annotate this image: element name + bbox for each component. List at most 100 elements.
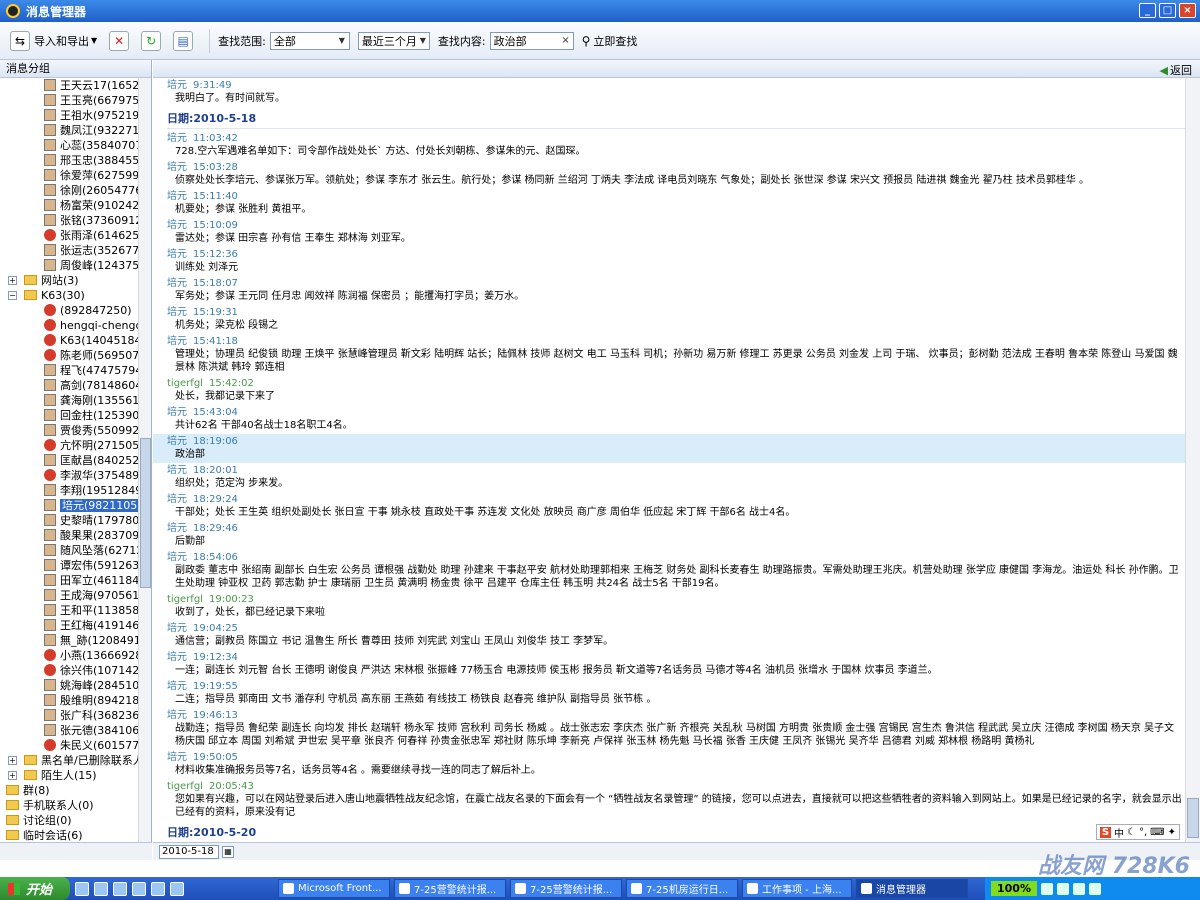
message-time: 19:12:34 [193, 652, 238, 663]
tray-icon[interactable] [1072, 882, 1085, 895]
quicklaunch-icon[interactable] [132, 881, 146, 896]
tree-contact[interactable]: 心蕊(358407072) [0, 138, 151, 153]
tree-group[interactable]: + 网站(3) [0, 273, 151, 288]
tray-icon[interactable] [1056, 882, 1069, 895]
tree-contact[interactable]: 陈老师(569507974) [0, 348, 151, 363]
tree-contact[interactable]: hengqi-chengqibrasil [0, 318, 151, 333]
start-button[interactable]: 开始 [0, 877, 70, 900]
tree-contact[interactable]: 王红梅(419146338) [0, 618, 151, 633]
tree-contact[interactable]: 酸果果(283709889) [0, 528, 151, 543]
tree-contact[interactable]: K63(1404518446) [0, 333, 151, 348]
tree-contact[interactable]: 田军立(461184293) [0, 573, 151, 588]
tree-contact[interactable]: 李翔(19512849) [0, 483, 151, 498]
tree-contact[interactable]: 史黎晴(179780610) [0, 513, 151, 528]
refresh-button[interactable]: ↻ [137, 28, 165, 54]
scrollbar-thumb[interactable] [140, 438, 151, 588]
avatar-icon [44, 544, 56, 556]
tree-contact[interactable]: 张运志(352677625) [0, 243, 151, 258]
tree-contact[interactable]: 王祖水(975219764) [0, 108, 151, 123]
tray-icon[interactable] [1040, 882, 1053, 895]
app-icon [283, 883, 294, 894]
tree-contact[interactable]: 回金柱(1253901505 [0, 408, 151, 423]
tray-icon[interactable] [1088, 882, 1101, 895]
expand-icon[interactable]: + [8, 756, 17, 765]
tree-contact[interactable]: 周俊峰(1243758795 [0, 258, 151, 273]
folder-icon [6, 815, 19, 825]
tree-contact[interactable]: 小燕(136669289) [0, 648, 151, 663]
tree-contact[interactable]: 高剑(781486049) [0, 378, 151, 393]
minimize-button[interactable]: _ [1139, 3, 1156, 18]
tree-contact[interactable]: 龚海刚(13556134) [0, 393, 151, 408]
tree-group[interactable]: 讨论组(0) [0, 813, 151, 828]
tree-contact[interactable]: 徐爱萍(627599765) [0, 168, 151, 183]
tree-contact[interactable]: 無_跡(120849199) [0, 633, 151, 648]
tree-contact[interactable]: 杨富荣(910242289) [0, 198, 151, 213]
tree-contact[interactable]: 谭宏伟(591263315) [0, 558, 151, 573]
tree-contact[interactable]: 朱民义(601577151) [0, 738, 151, 753]
period-select[interactable]: 最近三个月 ▼ [357, 31, 430, 50]
tree-contact[interactable]: 张广科(368236778) [0, 708, 151, 723]
tree-contact[interactable]: 徐兴伟(1071429678 [0, 663, 151, 678]
quicklaunch-icon[interactable] [75, 881, 89, 896]
expand-icon[interactable]: + [8, 771, 17, 780]
tree-contact[interactable]: 张雨泽(614625662) [0, 228, 151, 243]
taskbar-button[interactable]: 7-25营警统计报... [510, 879, 622, 898]
taskbar-button[interactable]: 工作事项 - 上海... [742, 879, 852, 898]
maximize-button[interactable]: □ [1159, 3, 1176, 18]
ime-language[interactable]: 中 [1114, 825, 1124, 840]
tree-contact[interactable]: 培元(982110586) [0, 498, 151, 513]
calendar-icon[interactable]: ▦ [222, 845, 234, 858]
tree-group[interactable]: + 陌生人(15) [0, 768, 151, 783]
tree-contact[interactable]: 王天云17(165254378 [0, 78, 151, 93]
search-now-button[interactable]: ⚲ 立即查找 [578, 28, 642, 54]
tree-contact[interactable]: 匡献昌(840252607) [0, 453, 151, 468]
ime-toolbar[interactable]: S 中 ☾ °, ⌨ ✦ [1095, 824, 1180, 840]
tree-contact[interactable]: 李淑华(375489856) [0, 468, 151, 483]
tree-contact[interactable]: 姚海峰(284510935) [0, 678, 151, 693]
tree-contact[interactable]: 张元德(384106577) [0, 723, 151, 738]
avatar-icon [44, 109, 56, 121]
taskbar-button[interactable]: 消息管理器 [856, 879, 968, 898]
taskbar-button[interactable]: Microsoft Front... [278, 879, 390, 898]
taskbar-button[interactable]: 7-25营警统计报... [394, 879, 506, 898]
quicklaunch-icon[interactable] [170, 881, 184, 896]
collapse-icon[interactable]: − [8, 291, 17, 300]
search-input[interactable]: 政治部 × [489, 31, 574, 50]
close-window-button[interactable]: × [1179, 3, 1196, 18]
import-export-button[interactable]: ⇆ 导入和导出 ▼ [6, 28, 101, 54]
avatar-icon [44, 709, 56, 721]
quicklaunch-icon[interactable] [94, 881, 108, 896]
tree-contact[interactable]: 随风坠落(62712546 [0, 543, 151, 558]
back-button[interactable]: ◀ 返回 [1160, 62, 1192, 78]
tree-contact[interactable]: (892847250) [0, 303, 151, 318]
message-scrollbar[interactable] [1185, 78, 1200, 843]
tree-contact[interactable]: 王成海(970561387) [0, 588, 151, 603]
tree-contact[interactable]: 王和平(1138581145 [0, 603, 151, 618]
tree-contact[interactable]: 王玉亮(6679754) [0, 93, 151, 108]
delete-button[interactable]: ✕ [105, 28, 133, 54]
tree-contact[interactable]: 贾俊秀(550992920) [0, 423, 151, 438]
tree-contact[interactable]: 程飞(474757944) [0, 363, 151, 378]
tree-contact[interactable]: 魏凤江(932271748) [0, 123, 151, 138]
battery-level[interactable]: 100% [991, 881, 1037, 896]
tree-group[interactable]: − K63(30) [0, 288, 151, 303]
tree-contact[interactable]: 张铭(373609120) [0, 213, 151, 228]
tree-contact[interactable]: 殷维明(894218901) [0, 693, 151, 708]
tree-contact[interactable]: 徐刚(260547769) [0, 183, 151, 198]
tree-scrollbar[interactable] [138, 78, 151, 860]
range-select[interactable]: 全部 ▼ [269, 31, 350, 50]
tree-contact[interactable]: 亢怀明(271505886) [0, 438, 151, 453]
expand-icon[interactable]: + [8, 276, 17, 285]
export-doc-button[interactable]: ▤ [169, 28, 197, 54]
tree-group[interactable]: 手机联系人(0) [0, 798, 151, 813]
clear-icon[interactable]: × [559, 33, 573, 49]
taskbar-button[interactable]: 7-25机房运行日... [626, 879, 738, 898]
tree-group[interactable]: +群(8) [0, 783, 151, 798]
date-field[interactable]: 2010-5-18 [159, 844, 219, 859]
tree-group[interactable]: + 黑名单/已删除联系人( [0, 753, 151, 768]
quicklaunch-icon[interactable] [151, 881, 165, 896]
quicklaunch-icon[interactable] [113, 881, 127, 896]
scrollbar-thumb[interactable] [1187, 798, 1199, 838]
tree-group[interactable]: +临时会话(6) [0, 828, 151, 843]
tree-contact[interactable]: 邢玉忠(38845521) [0, 153, 151, 168]
